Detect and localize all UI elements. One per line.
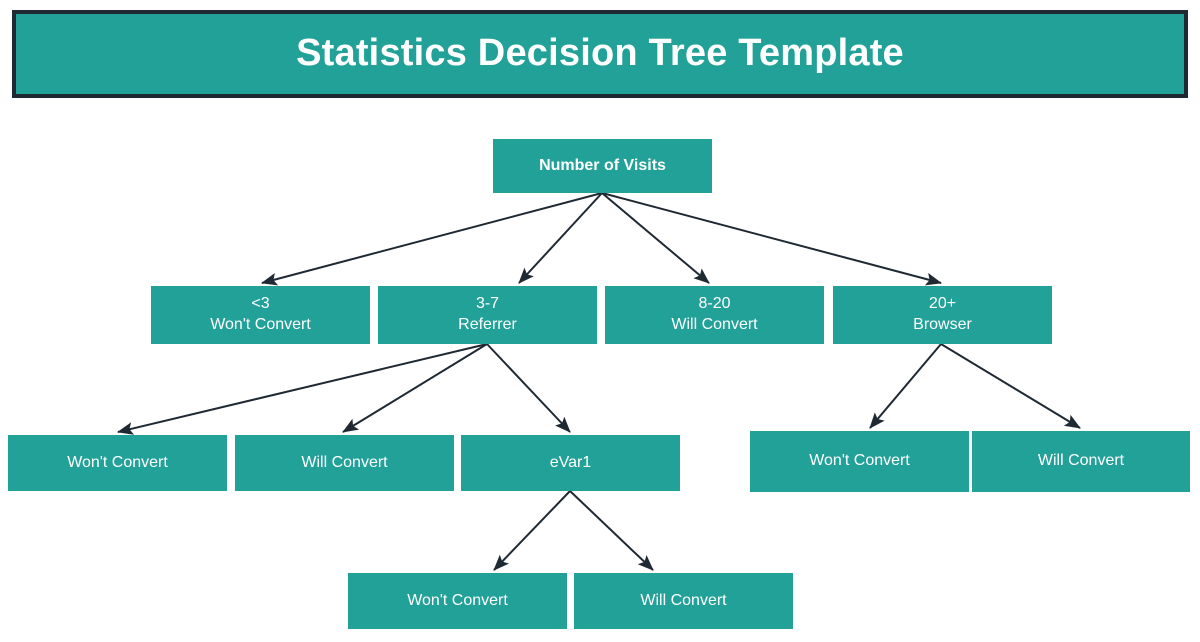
tree-node-evar_will[interactable]: Will Convert [574,573,793,629]
tree-node-label: Won't Convert [407,591,508,609]
tree-node-label: Referrer [458,316,517,333]
tree-node-brow_will[interactable]: Will Convert [972,431,1190,492]
tree-edge-evar1-to-evar_wont [493,490,571,571]
tree-edge-r20plus-to-brow_will [940,343,1081,429]
tree-node-label: Will Convert [640,591,727,609]
tree-edge-r20plus-to-brow_wont [869,343,942,429]
tree-edge-root-to-r3to7 [518,192,603,284]
tree-node-r3to7[interactable]: 3-7 Referrer [378,286,597,344]
tree-edge-root-to-lt3 [261,192,603,286]
tree-node-label: 20+ [928,295,957,313]
tree-edge-r3to7-to-ref_wont [117,343,488,435]
tree-node-r8to20[interactable]: 8-20 Will Convert [605,286,824,344]
tree-edges [117,192,1081,571]
tree-node-label: Number of Visits [539,156,666,174]
tree-node-ref_wont[interactable]: Won't Convert [8,435,227,491]
tree-node-evar_wont[interactable]: Won't Convert [348,573,567,629]
tree-node-label: Browser [913,316,972,333]
tree-node-ref_will[interactable]: Will Convert [235,435,454,491]
tree-node-label: Won't Convert [809,452,910,470]
tree-node-label: eVar1 [549,453,592,471]
tree-node-label: Will Convert [671,316,758,333]
tree-node-label: 8-20 [698,295,731,313]
tree-node-brow_wont[interactable]: Won't Convert [750,431,969,492]
tree-node-evar1[interactable]: eVar1 [461,435,680,491]
tree-node-r20plus[interactable]: 20+ Browser [833,286,1052,344]
tree-node-label: Will Convert [301,453,388,471]
tree-node-label: 3-7 [475,295,500,313]
page-title-banner: Statistics Decision Tree Template [12,10,1188,98]
tree-node-label: Won't Convert [67,453,168,471]
tree-edge-r3to7-to-evar1 [486,343,571,433]
tree-node-lt3[interactable]: <3 Won't Convert [151,286,370,344]
tree-edge-root-to-r8to20 [601,192,710,284]
decision-tree-canvas: Statistics Decision Tree Template Number… [0,0,1200,642]
tree-edge-evar1-to-evar_will [569,490,654,571]
tree-node-label: <3 [251,295,270,313]
tree-node-label: Will Convert [1037,452,1125,470]
tree-node-label: Won't Convert [210,316,311,333]
tree-edge-root-to-r20plus [601,192,942,286]
page-title: Statistics Decision Tree Template [296,32,904,75]
tree-edge-r3to7-to-ref_will [342,343,488,433]
tree-node-root[interactable]: Number of Visits [493,139,712,193]
